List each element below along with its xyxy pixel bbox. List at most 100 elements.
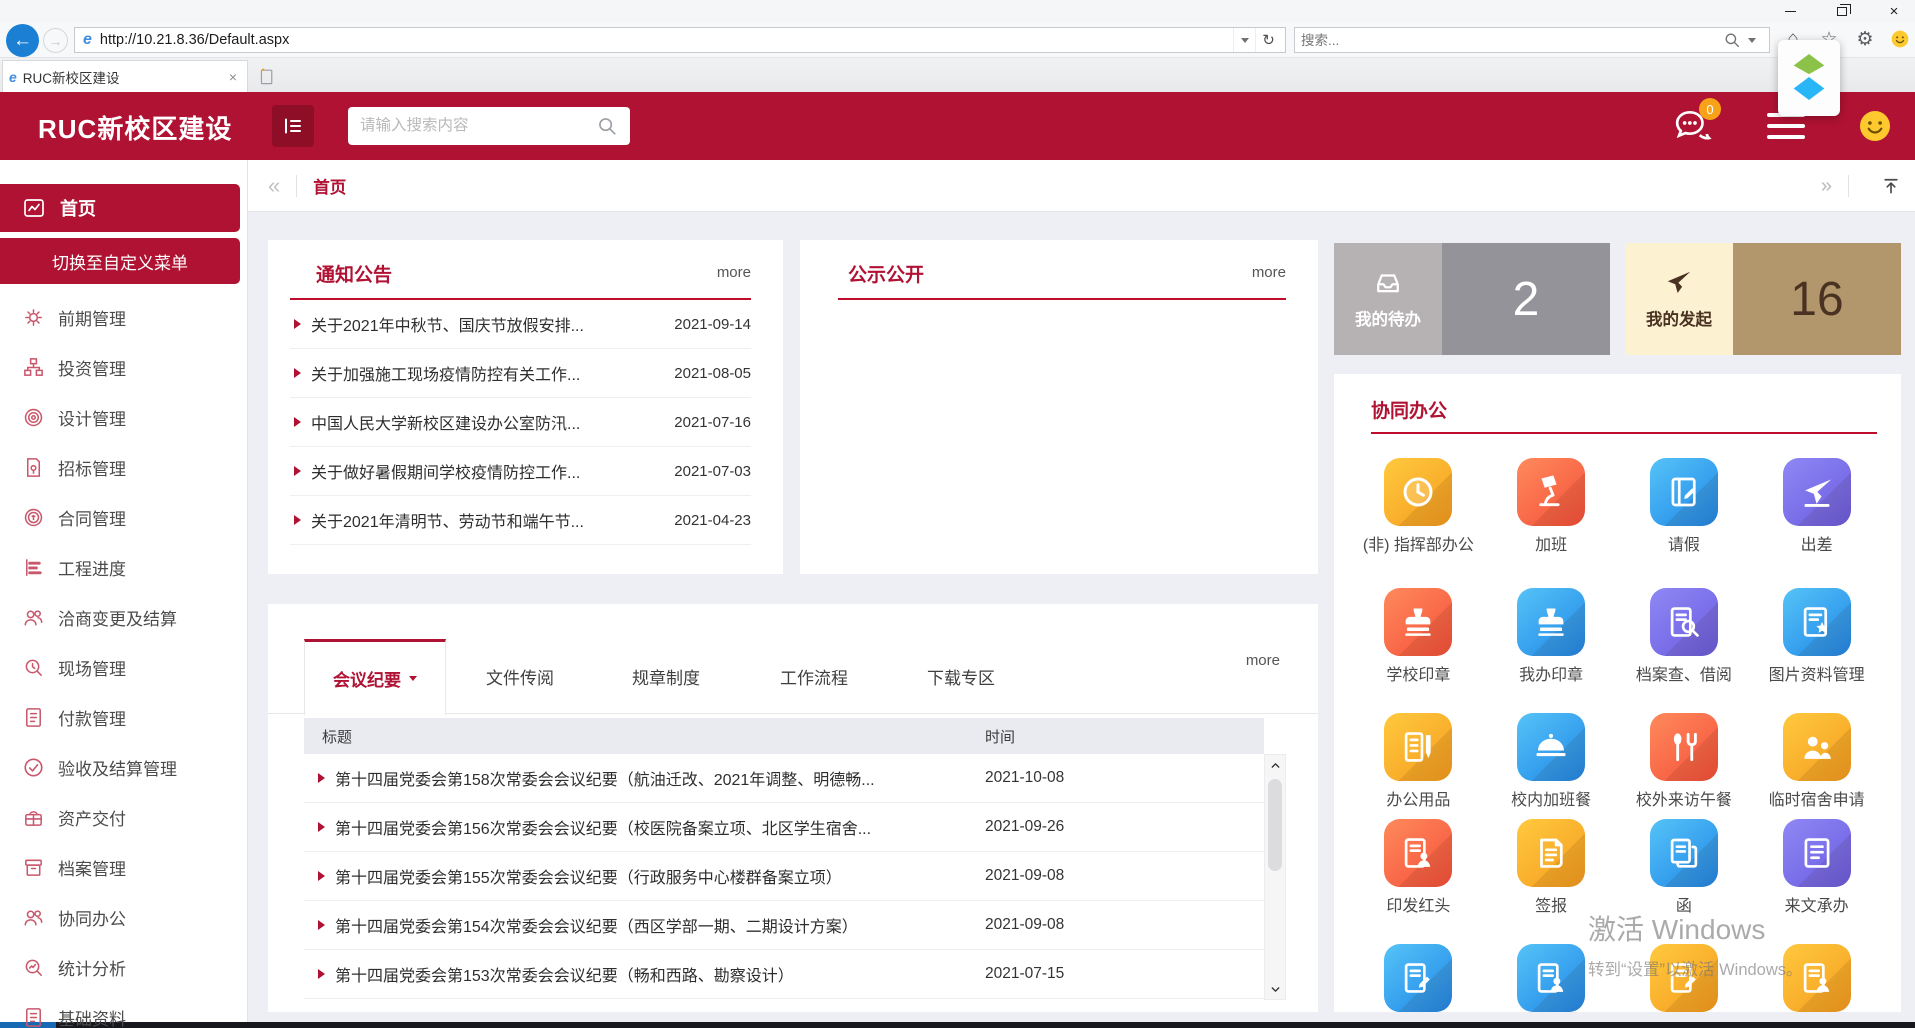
table-row[interactable]: 第十四届党委会第154次常委会会议纪要（西区学部一期、二期设计方案）2021-0…	[304, 901, 1264, 950]
app-memo[interactable]: 签报	[1485, 819, 1618, 918]
sidebar-item-collaboration[interactable]: 协同办公	[0, 892, 240, 942]
sidebar-item-archive[interactable]: 档案管理	[0, 842, 240, 892]
notice-item[interactable]: 关于2021年中秋节、国庆节放假安排...2021-09-14	[290, 300, 751, 349]
feedback-smiley-icon[interactable]	[1890, 29, 1910, 49]
sidebar-item-contract[interactable]: 合同管理	[0, 492, 240, 542]
tab-downloads[interactable]: 下载专区	[888, 639, 1034, 714]
scroll-to-top-icon[interactable]	[1881, 176, 1901, 196]
notice-item[interactable]: 关于2021年清明节、劳动节和端午节...2021-04-23	[290, 496, 751, 545]
app-letter[interactable]: 函	[1618, 819, 1751, 918]
sidebar-item-preliminary[interactable]: 前期管理	[0, 292, 240, 342]
public-more-link[interactable]: more	[1252, 264, 1286, 281]
sidebar-item-acceptance[interactable]: 验收及结算管理	[0, 742, 240, 792]
people-icon	[1798, 728, 1836, 766]
search-dropdown-button[interactable]	[1741, 28, 1763, 52]
app-command-office[interactable]: (非) 指挥部办公	[1352, 458, 1485, 557]
tab-workflow[interactable]: 工作流程	[741, 639, 887, 714]
app-search-input[interactable]	[360, 117, 596, 135]
new-tab-button[interactable]	[254, 63, 280, 89]
messages-button[interactable]: 0	[1671, 106, 1715, 146]
app-photo-management[interactable]: 图片资料管理	[1750, 588, 1883, 687]
app-label: 档案查、借阅	[1625, 665, 1743, 687]
app-tile[interactable]	[1352, 944, 1485, 1012]
app-official-letterhead[interactable]: 印发红头	[1352, 819, 1485, 918]
sidebar-item-label: 合同管理	[58, 505, 126, 530]
user-avatar-smiley[interactable]	[1857, 108, 1893, 144]
sidebar-item-progress[interactable]: 工程进度	[0, 542, 240, 592]
scroll-down-icon[interactable]	[1265, 979, 1285, 999]
tab-close-icon[interactable]: ×	[225, 69, 241, 85]
table-row[interactable]: 第十四届党委会第155次常委会会议纪要（行政服务中心楼群备案立项）2021-09…	[304, 852, 1264, 901]
scrollbar-thumb[interactable]	[1268, 779, 1282, 871]
table-row[interactable]: 第十四届党委会第156次常委会会议纪要（校医院备案立项、北区学生宿舍...202…	[304, 803, 1264, 852]
browser-forward-button[interactable]: →	[43, 28, 68, 53]
notice-item[interactable]: 关于加强施工现场疫情防控有关工作...2021-08-05	[290, 349, 751, 398]
window-restore-button[interactable]	[1829, 1, 1855, 21]
sidebar-item-investment[interactable]: 投资管理	[0, 342, 240, 392]
app-label: 函	[1625, 896, 1743, 918]
scroll-up-icon[interactable]	[1265, 755, 1285, 775]
refresh-button[interactable]: ↻	[1255, 28, 1281, 52]
app-label: 来文承办	[1758, 896, 1876, 918]
window-close-button[interactable]: ×	[1881, 1, 1907, 21]
app-tile[interactable]	[1618, 944, 1751, 1012]
tab-rules[interactable]: 规章制度	[593, 639, 739, 714]
app-business-trip[interactable]: 出差	[1750, 458, 1883, 557]
table-scrollbar[interactable]	[1264, 754, 1286, 1000]
hamburger-menu-button[interactable]	[1767, 113, 1805, 139]
main-menu-button[interactable]	[272, 105, 314, 147]
sidebar-item-label: 资产交付	[58, 805, 126, 830]
app-tile[interactable]	[1485, 944, 1618, 1012]
browser-tab-active[interactable]: e RUC新校区建设 ×	[2, 60, 248, 92]
table-row[interactable]: 第十四届党委会第153次常委会会议纪要（畅和西路、勘察设计）2021-07-15	[304, 950, 1264, 999]
url-input[interactable]	[100, 32, 1233, 48]
app-leave[interactable]: 请假	[1618, 458, 1751, 557]
app-school-seal[interactable]: 学校印章	[1352, 588, 1485, 687]
sidebar-item-bidding[interactable]: 招标管理	[0, 442, 240, 492]
url-dropdown-button[interactable]	[1233, 28, 1255, 52]
documents-more-link[interactable]: more	[1246, 652, 1280, 669]
notice-title: 关于加强施工现场疫情防控有关工作...	[311, 361, 662, 385]
tab-document-circulation[interactable]: 文件传阅	[447, 639, 593, 714]
app-overtime-meal[interactable]: 校内加班餐	[1485, 713, 1618, 812]
my-initiated-card[interactable]: 我的发起 16	[1625, 243, 1901, 355]
overlay-app-logo[interactable]	[1778, 40, 1840, 116]
gantt-icon	[22, 556, 45, 579]
sidebar-item-asset[interactable]: 资产交付	[0, 792, 240, 842]
search-icon[interactable]	[596, 115, 618, 137]
browser-back-button[interactable]: ←	[6, 24, 39, 57]
expand-tabs-icon[interactable]: »	[1821, 175, 1832, 198]
notice-item[interactable]: 中国人民大学新校区建设办公室防汛...2021-07-16	[290, 398, 751, 447]
app-office-supplies[interactable]: 办公用品	[1352, 713, 1485, 812]
table-row[interactable]: 第十四届党委会第158次常委会会议纪要（航油迁改、2021年调整、明德畅...2…	[304, 754, 1264, 803]
sidebar-item-design[interactable]: 设计管理	[0, 392, 240, 442]
tab-label: 文件传阅	[486, 664, 554, 689]
app-dorm-application[interactable]: 临时宿舍申请	[1750, 713, 1883, 812]
browser-search-input[interactable]	[1301, 33, 1723, 48]
sidebar-item-site[interactable]: 现场管理	[0, 642, 240, 692]
sidebar-item-negotiation[interactable]: 洽商变更及结算	[0, 592, 240, 642]
search-icon[interactable]	[1723, 31, 1741, 49]
sidebar-switch-menu-button[interactable]: 切换至自定义菜单	[0, 238, 240, 284]
tab-meeting-minutes[interactable]: 会议纪要	[304, 639, 446, 715]
app-office-seal[interactable]: 我办印章	[1485, 588, 1618, 687]
sidebar-item-home[interactable]: 首页	[0, 184, 240, 232]
notice-more-link[interactable]: more	[717, 264, 751, 281]
window-minimize-button[interactable]	[1777, 1, 1803, 21]
app-overtime[interactable]: 加班	[1485, 458, 1618, 557]
app-incoming-document[interactable]: 来文承办	[1750, 819, 1883, 918]
app-archive-borrow[interactable]: 档案查、借阅	[1618, 588, 1751, 687]
collapse-tabs-icon[interactable]: «	[268, 173, 280, 199]
sidebar-item-basic-data[interactable]: 基础资料	[0, 992, 240, 1028]
lamp-icon	[1532, 473, 1570, 511]
notice-item[interactable]: 关于做好暑假期间学校疫情防控工作...2021-07-03	[290, 447, 751, 496]
breadcrumb-current-tab[interactable]: 首页	[313, 174, 346, 198]
app-visitor-lunch[interactable]: 校外来访午餐	[1618, 713, 1751, 812]
app-tile[interactable]	[1750, 944, 1883, 1012]
scrollbar-track[interactable]	[1265, 775, 1285, 979]
settings-gear-icon[interactable]: ⚙	[1854, 28, 1876, 51]
sidebar-item-statistics[interactable]: 统计分析	[0, 942, 240, 992]
my-todo-card[interactable]: 我的待办 2	[1334, 243, 1610, 355]
row-date: 2021-10-08	[985, 769, 1264, 787]
sidebar-item-payment[interactable]: 付款管理	[0, 692, 240, 742]
